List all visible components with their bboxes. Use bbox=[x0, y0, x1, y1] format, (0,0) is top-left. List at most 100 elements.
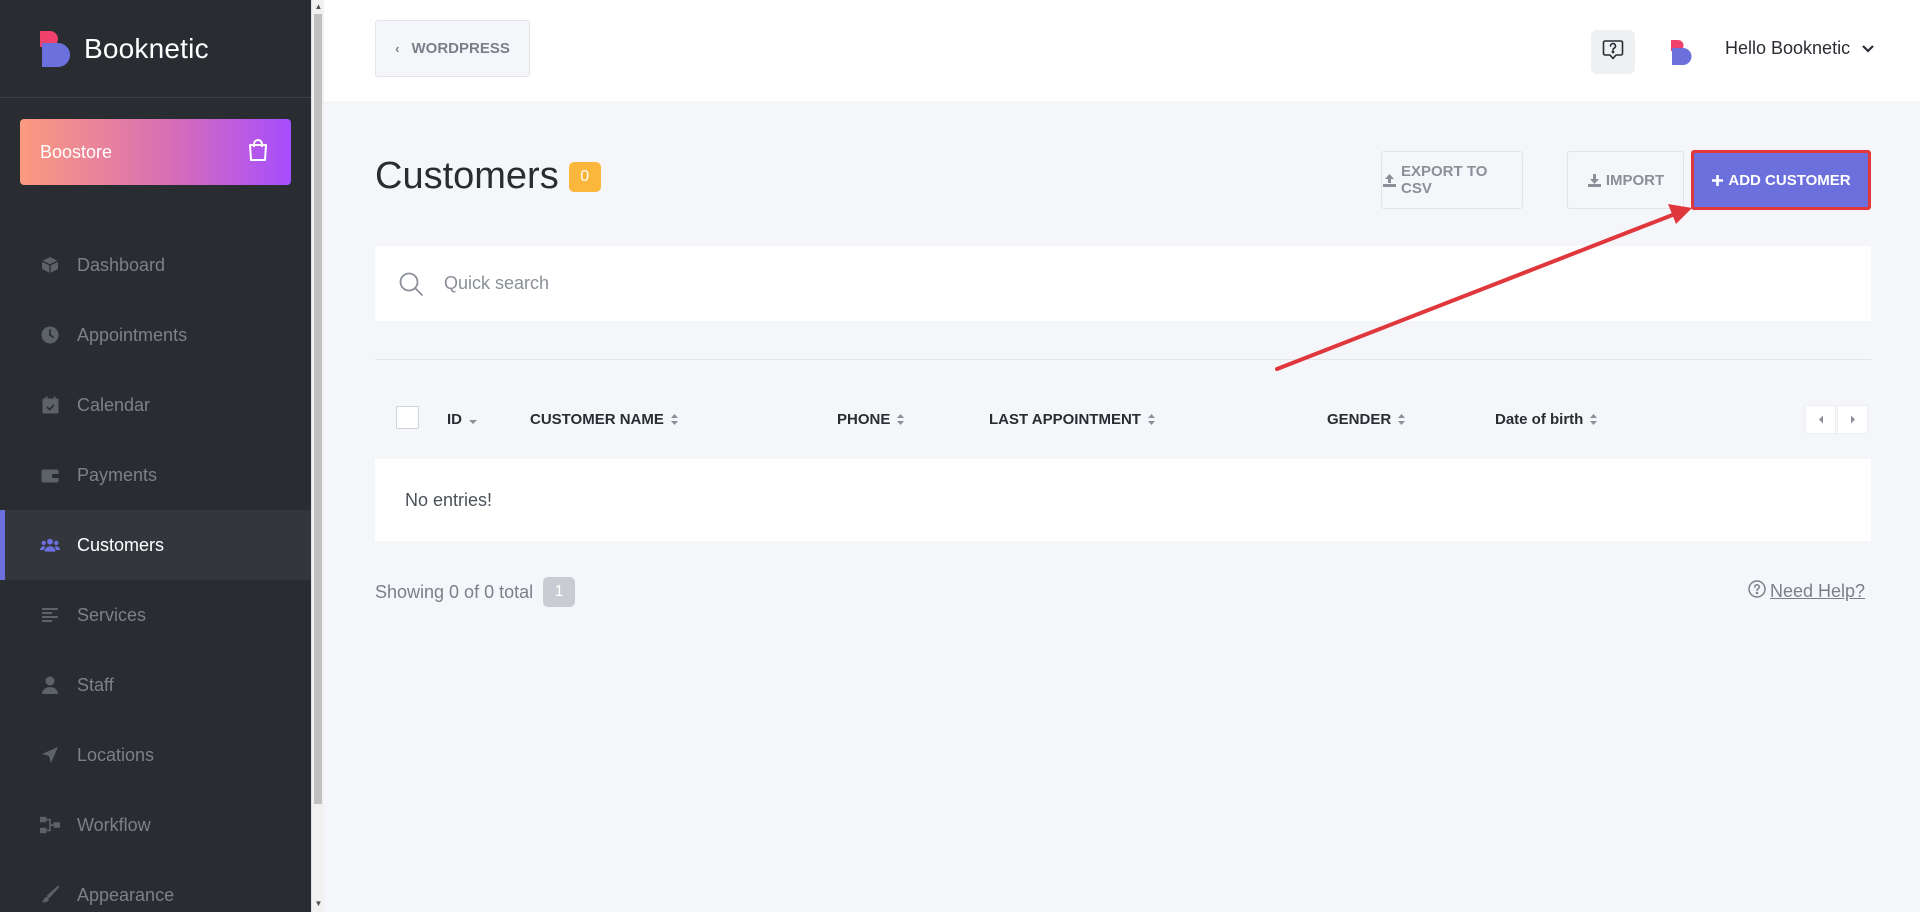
caret-right-icon bbox=[1850, 411, 1856, 429]
divider bbox=[375, 359, 1871, 360]
column-header-phone[interactable]: PHONE bbox=[837, 400, 905, 438]
column-header-customer-name[interactable]: CUSTOMER NAME bbox=[530, 400, 679, 438]
sidebar-item-customers[interactable]: Customers bbox=[0, 510, 311, 580]
sidebar-item-appointments[interactable]: Appointments bbox=[0, 300, 311, 370]
search-box bbox=[375, 246, 1871, 321]
cube-icon bbox=[40, 255, 60, 275]
chevron-down-icon bbox=[1862, 40, 1874, 58]
import-button[interactable]: IMPORT bbox=[1567, 151, 1684, 209]
list-icon bbox=[40, 605, 60, 625]
sidebar-item-label: Calendar bbox=[77, 394, 151, 415]
sort-icon bbox=[670, 413, 679, 426]
need-help-link[interactable]: Need Help? bbox=[1748, 580, 1865, 603]
plus-icon bbox=[1711, 174, 1724, 187]
sidebar-item-label: Dashboard bbox=[77, 254, 166, 275]
help-chat-button[interactable] bbox=[1591, 30, 1635, 74]
location-arrow-icon bbox=[40, 745, 60, 765]
sort-icon bbox=[1589, 413, 1598, 426]
add-customer-label: ADD CUSTOMER bbox=[1728, 171, 1851, 189]
boostore-label: Boostore bbox=[40, 141, 113, 162]
scroll-down-icon[interactable]: ▼ bbox=[314, 899, 323, 909]
shopping-bag-icon bbox=[247, 138, 269, 167]
page-number-button[interactable]: 1 bbox=[543, 577, 576, 607]
caret-left-icon bbox=[1818, 411, 1824, 429]
users-icon bbox=[40, 535, 60, 555]
user-menu[interactable]: Hello Booknetic bbox=[1725, 38, 1874, 59]
column-header-date-of-birth[interactable]: Date of birth bbox=[1495, 400, 1598, 438]
sidebar-item-staff[interactable]: Staff bbox=[0, 650, 311, 720]
sidebar-item-label: Appointments bbox=[77, 324, 188, 345]
sidebar-menu: Dashboard Appointments Calendar Payments… bbox=[0, 230, 311, 912]
booknetic-logo-icon bbox=[38, 29, 72, 69]
question-circle-icon bbox=[1748, 580, 1766, 603]
sidebar-item-appearance[interactable]: Appearance bbox=[0, 860, 311, 912]
search-icon bbox=[398, 271, 424, 297]
sidebar-item-calendar[interactable]: Calendar bbox=[0, 370, 311, 440]
chevron-left-icon: ‹ bbox=[395, 41, 400, 56]
showing-text: Showing 0 of 0 total bbox=[375, 581, 534, 602]
column-header-label: ID bbox=[447, 410, 462, 428]
wallet-icon bbox=[40, 465, 60, 485]
column-header-label: LAST APPOINTMENT bbox=[989, 410, 1141, 428]
upload-icon bbox=[1382, 173, 1397, 188]
back-to-wordpress-label: WORDPRESS bbox=[411, 40, 510, 57]
user-greeting: Hello Booknetic bbox=[1725, 38, 1851, 58]
export-csv-label: EXPORT TO CSV bbox=[1401, 163, 1488, 197]
column-header-label: CUSTOMER NAME bbox=[530, 410, 664, 428]
import-label: IMPORT bbox=[1605, 171, 1665, 189]
user-avatar[interactable] bbox=[1670, 39, 1693, 66]
sort-icon bbox=[896, 413, 905, 426]
sort-desc-icon bbox=[468, 413, 478, 425]
back-to-wordpress-button[interactable]: ‹ WORDPRESS bbox=[375, 20, 530, 77]
brand-name: Booknetic bbox=[84, 32, 209, 64]
scroll-thumb[interactable] bbox=[314, 14, 322, 804]
table-header: ID CUSTOMER NAME PHONE LAST APPOINTMENT … bbox=[375, 400, 1871, 438]
sidebar-item-label: Locations bbox=[77, 744, 155, 765]
sidebar-item-label: Appearance bbox=[77, 884, 175, 905]
user-icon bbox=[40, 675, 60, 695]
sidebar-item-locations[interactable]: Locations bbox=[0, 720, 311, 790]
clock-icon bbox=[40, 325, 60, 345]
sort-icon bbox=[1147, 413, 1156, 426]
question-chat-icon bbox=[1602, 39, 1624, 66]
sidebar-item-services[interactable]: Services bbox=[0, 580, 311, 650]
sort-icon bbox=[1397, 413, 1406, 426]
topbar: ‹ WORDPRESS Hello Booknetic bbox=[324, 0, 1920, 101]
sidebar-item-label: Customers bbox=[77, 534, 165, 555]
sitemap-icon bbox=[40, 815, 60, 835]
sidebar-item-label: Workflow bbox=[77, 814, 151, 835]
download-icon bbox=[1587, 173, 1602, 188]
search-input[interactable] bbox=[444, 273, 1744, 294]
sidebar-item-dashboard[interactable]: Dashboard bbox=[0, 230, 311, 300]
add-customer-button[interactable]: ADD CUSTOMER bbox=[1691, 150, 1871, 210]
sidebar-item-label: Services bbox=[77, 604, 147, 625]
select-all-checkbox[interactable] bbox=[396, 406, 419, 429]
scroll-columns-left-button[interactable] bbox=[1805, 405, 1836, 434]
table-empty-row: No entries! bbox=[375, 459, 1871, 541]
scroll-up-icon[interactable]: ▲ bbox=[314, 2, 323, 12]
column-header-gender[interactable]: GENDER bbox=[1327, 400, 1406, 438]
boostore-button[interactable]: Boostore bbox=[20, 119, 291, 185]
sidebar-item-label: Staff bbox=[77, 674, 114, 695]
sidebar-item-label: Payments bbox=[77, 464, 158, 485]
column-header-last-appointment[interactable]: LAST APPOINTMENT bbox=[989, 400, 1156, 438]
column-header-label: PHONE bbox=[837, 410, 891, 428]
column-header-id[interactable]: ID bbox=[447, 400, 478, 438]
export-csv-button[interactable]: EXPORT TO CSV bbox=[1381, 151, 1523, 209]
page-title: Customers bbox=[375, 155, 559, 197]
need-help-label: Need Help? bbox=[1770, 581, 1866, 601]
sidebar-item-workflow[interactable]: Workflow bbox=[0, 790, 311, 860]
sidebar-scrollbar[interactable]: ▲ ▼ bbox=[311, 0, 324, 912]
pagination-info: Showing 0 of 0 total 1 bbox=[375, 577, 576, 607]
calendar-check-icon bbox=[40, 395, 60, 415]
sidebar-item-payments[interactable]: Payments bbox=[0, 440, 311, 510]
empty-message: No entries! bbox=[405, 489, 493, 510]
column-header-label: Date of birth bbox=[1495, 410, 1584, 428]
customer-count-badge: 0 bbox=[568, 161, 601, 192]
brush-icon bbox=[40, 885, 60, 905]
brand: Booknetic bbox=[0, 0, 311, 98]
sidebar: Booknetic Boostore Dashboard Appointment… bbox=[0, 0, 311, 912]
scroll-columns-right-button[interactable] bbox=[1837, 405, 1868, 434]
page-header: Customers 0 bbox=[375, 155, 601, 198]
column-header-label: GENDER bbox=[1327, 410, 1392, 428]
